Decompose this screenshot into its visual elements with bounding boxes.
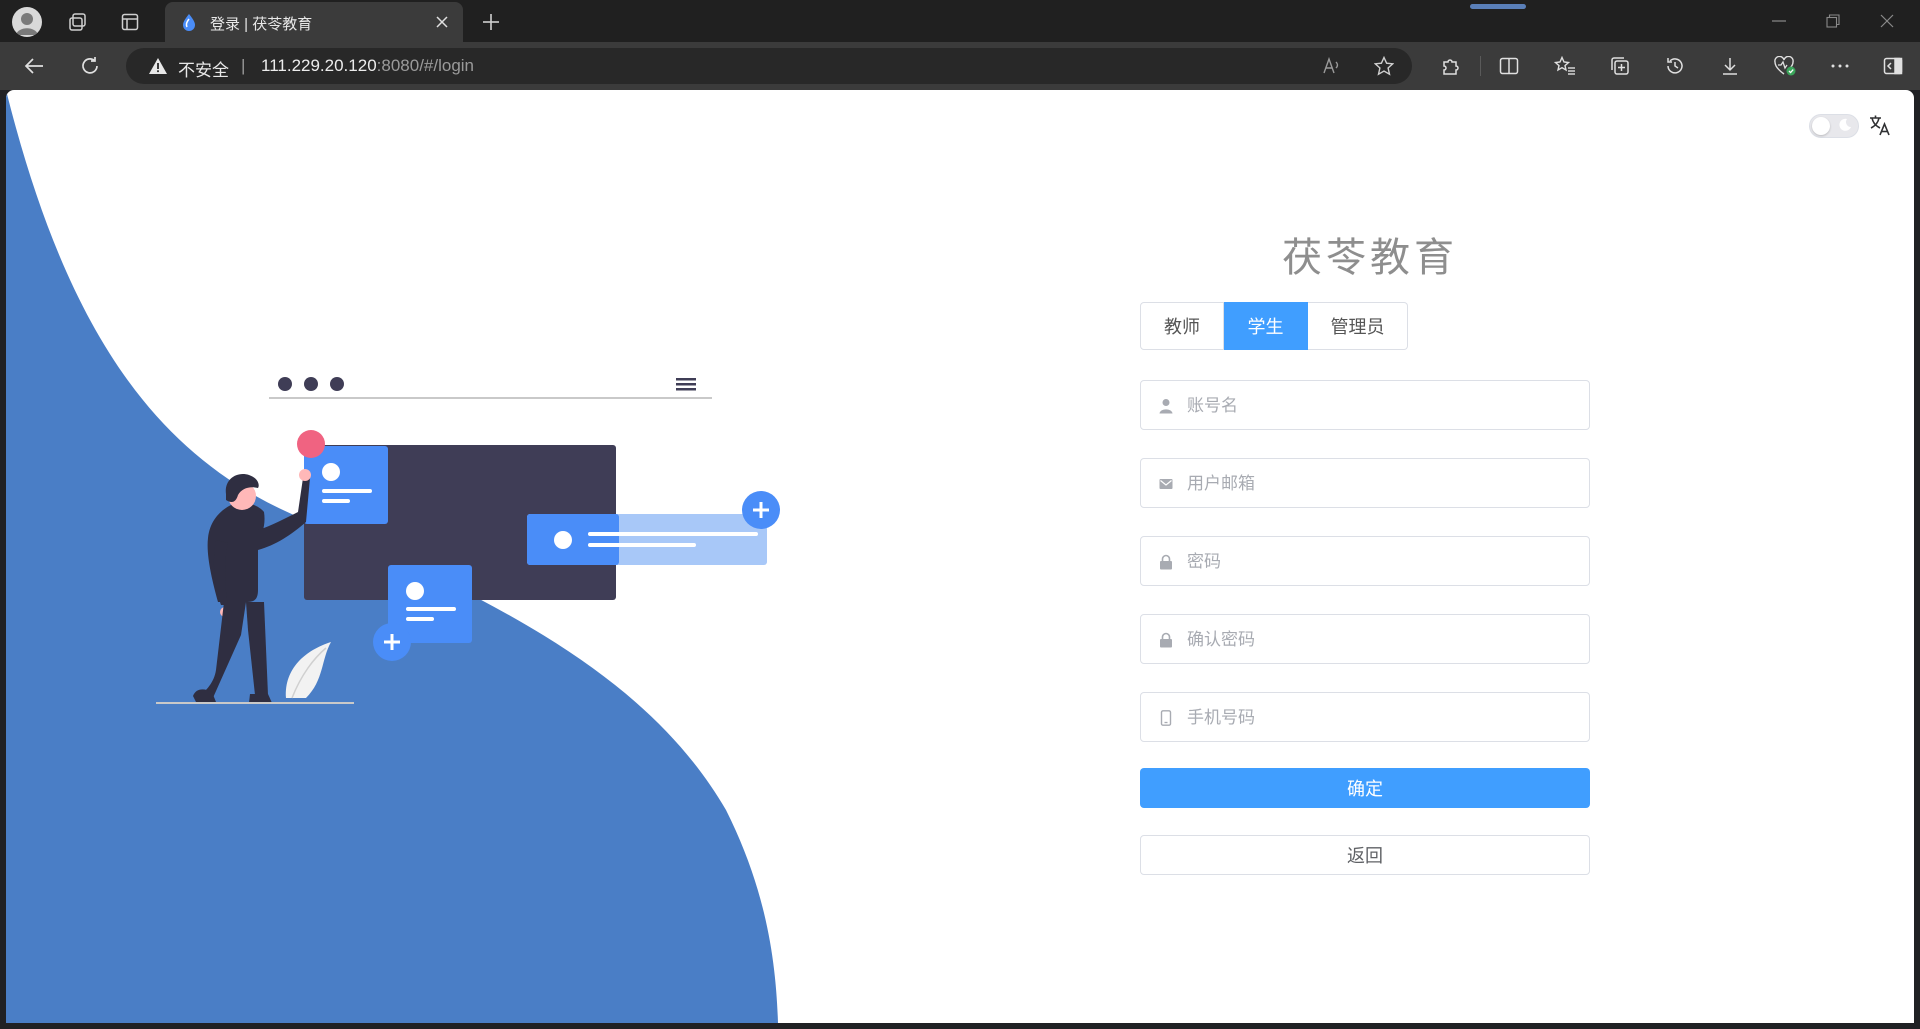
split-screen-icon[interactable] — [1496, 54, 1522, 78]
translate-icon[interactable] — [1868, 113, 1892, 142]
password-input[interactable] — [1185, 537, 1579, 587]
moon-icon — [1838, 118, 1852, 137]
browser-toolbar: 不安全 | 111.229.20.120:8080/#/login — [0, 42, 1920, 90]
url-path: :8080/#/login — [376, 56, 475, 75]
lock-icon — [1159, 632, 1173, 648]
performance-icon[interactable] — [1772, 54, 1798, 78]
tab-title: 登录 | 茯苓教育 — [210, 16, 313, 33]
phone-field[interactable] — [1140, 692, 1590, 743]
theme-toggle[interactable] — [1809, 114, 1859, 138]
extensions-icon[interactable] — [1438, 54, 1464, 78]
window-bottom-edge — [0, 1023, 1920, 1029]
account-input[interactable] — [1185, 381, 1579, 431]
active-tab[interactable]: 登录 | 茯苓教育 — [165, 2, 463, 42]
back-button[interactable]: 返回 — [1140, 835, 1590, 875]
account-field[interactable] — [1140, 380, 1590, 431]
security-label[interactable]: 不安全 — [178, 56, 229, 81]
favorite-star-icon[interactable] — [1372, 55, 1396, 77]
close-window-button[interactable] — [1874, 10, 1900, 32]
toolbar-divider — [1480, 56, 1481, 76]
minimize-button[interactable] — [1766, 10, 1792, 32]
confirm-password-field[interactable] — [1140, 614, 1590, 665]
password-field[interactable] — [1140, 536, 1590, 587]
favorites-icon[interactable] — [1552, 54, 1578, 78]
workspaces-icon[interactable] — [66, 10, 90, 34]
refresh-icon[interactable] — [76, 53, 104, 79]
role-student-button[interactable]: 学生 — [1224, 302, 1308, 350]
role-teacher-button[interactable]: 教师 — [1140, 302, 1224, 350]
profile-icon[interactable] — [12, 7, 42, 37]
sidebar-icon[interactable] — [1880, 54, 1906, 78]
url-separator: | — [241, 56, 246, 75]
confirm-password-input[interactable] — [1185, 615, 1579, 665]
toggle-knob — [1812, 117, 1830, 135]
browser-tab-strip: 登录 | 茯苓教育 — [0, 0, 1920, 42]
edge-drop-icon — [181, 13, 197, 36]
back-icon[interactable] — [20, 53, 48, 79]
restore-button[interactable] — [1820, 10, 1846, 32]
url-text[interactable]: 111.229.20.120:8080/#/login — [261, 56, 474, 76]
warning-icon[interactable] — [148, 57, 168, 80]
address-bar[interactable]: 不安全 | 111.229.20.120:8080/#/login — [126, 48, 1412, 84]
lock-icon — [1159, 554, 1173, 570]
close-icon[interactable] — [431, 11, 453, 33]
phone-icon — [1159, 710, 1173, 726]
url-host: 111.229.20.120 — [261, 56, 377, 75]
page-viewport: 茯苓教育 教师 学生 管理员 确定 返回 — [6, 90, 1914, 1023]
read-aloud-icon[interactable] — [1320, 55, 1344, 77]
confirm-button[interactable]: 确定 — [1140, 768, 1590, 808]
role-admin-button[interactable]: 管理员 — [1308, 302, 1408, 350]
login-illustration — [156, 377, 780, 704]
new-tab-icon[interactable] — [478, 9, 504, 35]
tab-actions-icon[interactable] — [118, 10, 142, 34]
history-icon[interactable] — [1662, 54, 1688, 78]
scroll-indicator — [1470, 4, 1526, 9]
page-title: 茯苓教育 — [1282, 235, 1458, 281]
more-icon[interactable] — [1827, 54, 1853, 78]
phone-input[interactable] — [1185, 693, 1579, 743]
collections-icon[interactable] — [1607, 54, 1633, 78]
user-icon — [1159, 398, 1173, 414]
email-field[interactable] — [1140, 458, 1590, 509]
role-selector: 教师 学生 管理员 — [1140, 302, 1408, 350]
mail-icon — [1159, 476, 1173, 492]
download-icon[interactable] — [1717, 54, 1743, 78]
email-input[interactable] — [1185, 459, 1579, 509]
